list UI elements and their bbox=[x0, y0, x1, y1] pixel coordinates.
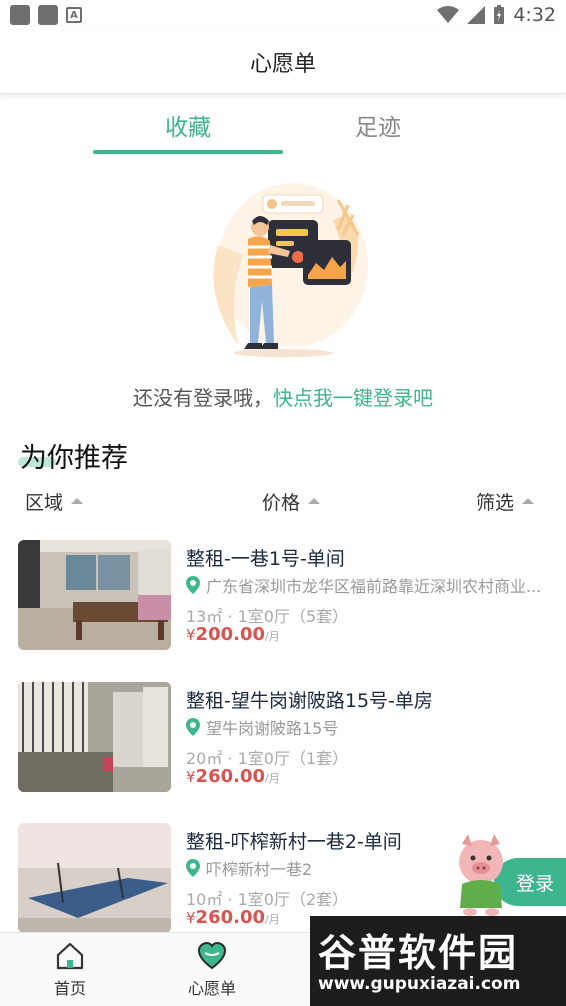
listing-card[interactable]: 整租-望牛岗谢陂路15号-单房 望牛岗谢陂路15号 20㎡ · 1室0厅（1套）… bbox=[18, 682, 548, 794]
location-pin-icon bbox=[186, 718, 200, 736]
login-prompt: 还没有登录哦，快点我一键登录吧 bbox=[0, 382, 566, 411]
listing-title: 整租-吓榨新村一巷2-单间 bbox=[186, 831, 402, 853]
currency-symbol: ¥ bbox=[186, 909, 196, 927]
listing-card[interactable]: 整租-一巷1号-单间 广东省深圳市龙华区福前路靠近深圳农村商业... 13㎡ ·… bbox=[18, 540, 548, 652]
listing-price: ¥260.00/月 bbox=[186, 907, 280, 928]
listing-photo bbox=[18, 682, 171, 792]
pig-mascot-icon bbox=[459, 834, 503, 916]
page-title: 心愿单 bbox=[249, 51, 316, 77]
nav-home-label: 首页 bbox=[53, 979, 86, 998]
nav-wishlist-label: 心愿单 bbox=[187, 979, 236, 998]
filter-more-button[interactable]: 筛选 bbox=[476, 488, 535, 515]
listing-address: 广东省深圳市龙华区福前路靠近深圳农村商业... bbox=[186, 573, 548, 597]
filter-area-button[interactable]: 区域 bbox=[25, 488, 84, 515]
filter-bar: 区域 价格 筛选 bbox=[0, 488, 566, 524]
tab-bar: 收藏 足迹 bbox=[0, 100, 566, 156]
nav-home[interactable]: 首页 bbox=[15, 941, 125, 999]
currency-symbol: ¥ bbox=[186, 626, 196, 644]
price-amount: 200.00 bbox=[195, 624, 266, 645]
home-icon bbox=[56, 942, 84, 970]
location-pin-icon bbox=[186, 859, 200, 877]
app-header: 心愿单 bbox=[0, 30, 566, 94]
currency-symbol: ¥ bbox=[186, 768, 196, 786]
filter-area-label: 区域 bbox=[25, 492, 64, 514]
listing-price: ¥200.00/月 bbox=[186, 624, 280, 645]
price-unit: /月 bbox=[265, 772, 280, 785]
listing-address-text: 吓榨新村一巷2 bbox=[206, 860, 313, 879]
sort-arrow-icon bbox=[522, 497, 535, 504]
sort-arrow-icon bbox=[71, 497, 84, 504]
battery-icon bbox=[494, 5, 505, 24]
listing-photo bbox=[18, 540, 171, 650]
price-amount: 260.00 bbox=[195, 766, 266, 787]
status-bar: A 4:32 bbox=[0, 0, 566, 30]
notification-icon bbox=[38, 5, 58, 25]
location-pin-icon bbox=[186, 576, 200, 594]
tab-history[interactable]: 足迹 bbox=[283, 108, 473, 142]
tab-favorites[interactable]: 收藏 bbox=[93, 108, 283, 142]
sort-arrow-icon bbox=[308, 497, 321, 504]
tab-active-indicator bbox=[93, 150, 283, 154]
listing-address-text: 广东省深圳市龙华区福前路靠近深圳农村商业... bbox=[206, 577, 542, 596]
listing-address: 望牛岗谢陂路15号 bbox=[186, 715, 548, 739]
status-time: 4:32 bbox=[513, 4, 556, 26]
floating-login[interactable]: 登录 bbox=[452, 832, 566, 916]
filter-price-label: 价格 bbox=[262, 492, 301, 514]
price-amount: 260.00 bbox=[195, 907, 266, 928]
empty-state-illustration bbox=[213, 183, 368, 357]
notification-icon bbox=[10, 5, 30, 25]
login-prompt-text: 还没有登录哦， bbox=[133, 386, 273, 410]
price-unit: /月 bbox=[265, 630, 280, 643]
wifi-icon bbox=[437, 6, 460, 23]
filter-more-label: 筛选 bbox=[476, 492, 515, 514]
signal-icon bbox=[467, 6, 486, 24]
heart-icon bbox=[197, 941, 227, 970]
price-unit: /月 bbox=[265, 913, 280, 926]
watermark-text: 谷普软件园 bbox=[318, 931, 519, 975]
watermark: 谷普软件园 www.gupuxiazai.com bbox=[310, 916, 566, 1006]
app-notification-icon: A bbox=[66, 7, 82, 23]
nav-wishlist[interactable]: 心愿单 bbox=[157, 941, 267, 999]
recommend-title: 为你推荐 bbox=[20, 443, 128, 474]
listing-title: 整租-望牛岗谢陂路15号-单房 bbox=[186, 690, 433, 712]
listing-title: 整租-一巷1号-单间 bbox=[186, 548, 345, 570]
listing-price: ¥260.00/月 bbox=[186, 766, 280, 787]
listing-address-text: 望牛岗谢陂路15号 bbox=[206, 719, 339, 738]
filter-price-button[interactable]: 价格 bbox=[262, 488, 321, 515]
listing-photo bbox=[18, 823, 171, 933]
one-click-login-link[interactable]: 快点我一键登录吧 bbox=[273, 386, 433, 410]
watermark-url: www.gupuxiazai.com bbox=[318, 974, 521, 994]
